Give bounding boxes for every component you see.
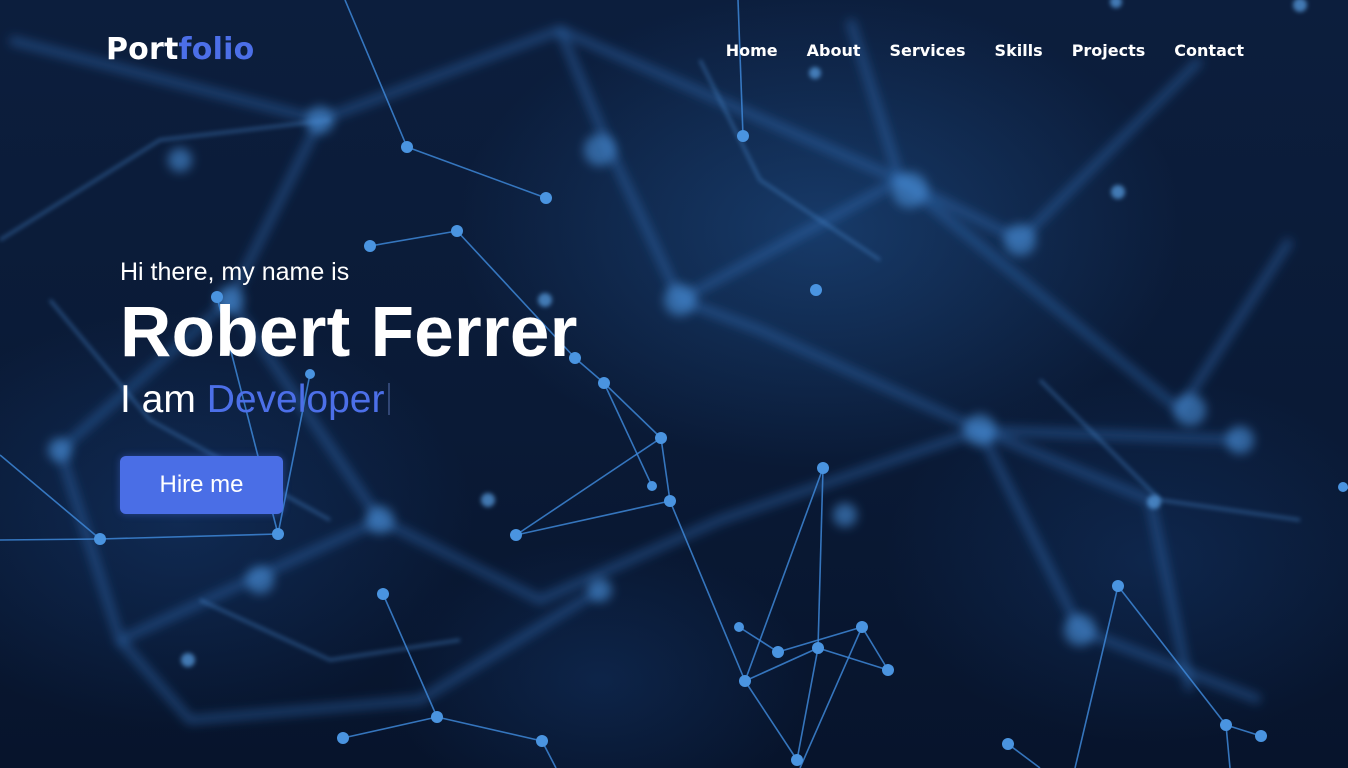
logo-text-accent: folio — [178, 32, 255, 67]
nav-link-services[interactable]: Services — [890, 39, 966, 63]
logo-text: Port — [106, 32, 179, 67]
navbar: Portfolio Home About Services Skills Pro… — [0, 0, 1348, 100]
nav-menu: Home About Services Skills Projects Cont… — [726, 39, 1244, 63]
nav-item: Services — [890, 39, 966, 63]
nav-item: Projects — [1072, 39, 1146, 63]
greeting-text: Hi there, my name is — [120, 258, 350, 286]
hire-me-button[interactable]: Hire me — [120, 456, 283, 514]
hero-section: Portfolio Home About Services Skills Pro… — [0, 0, 1348, 768]
nav-link-projects[interactable]: Projects — [1072, 39, 1146, 63]
nav-item: Home — [726, 39, 778, 63]
role-line: I am Developer — [120, 377, 578, 423]
typed-role: Developer — [206, 378, 385, 421]
logo[interactable]: Portfolio — [106, 30, 254, 70]
nav-link-home[interactable]: Home — [726, 39, 778, 63]
typing-cursor — [388, 383, 391, 415]
nav-item: About — [807, 39, 861, 63]
role-prefix: I am — [120, 378, 196, 421]
nav-item: Skills — [995, 39, 1043, 63]
hero-content: Hi there, my name is Robert Ferrer I am … — [120, 254, 578, 514]
nav-link-about[interactable]: About — [807, 39, 861, 63]
hero-name: Robert Ferrer — [120, 293, 578, 372]
nav-item: Contact — [1174, 39, 1244, 63]
nav-link-contact[interactable]: Contact — [1174, 39, 1244, 63]
nav-link-skills[interactable]: Skills — [995, 39, 1043, 63]
